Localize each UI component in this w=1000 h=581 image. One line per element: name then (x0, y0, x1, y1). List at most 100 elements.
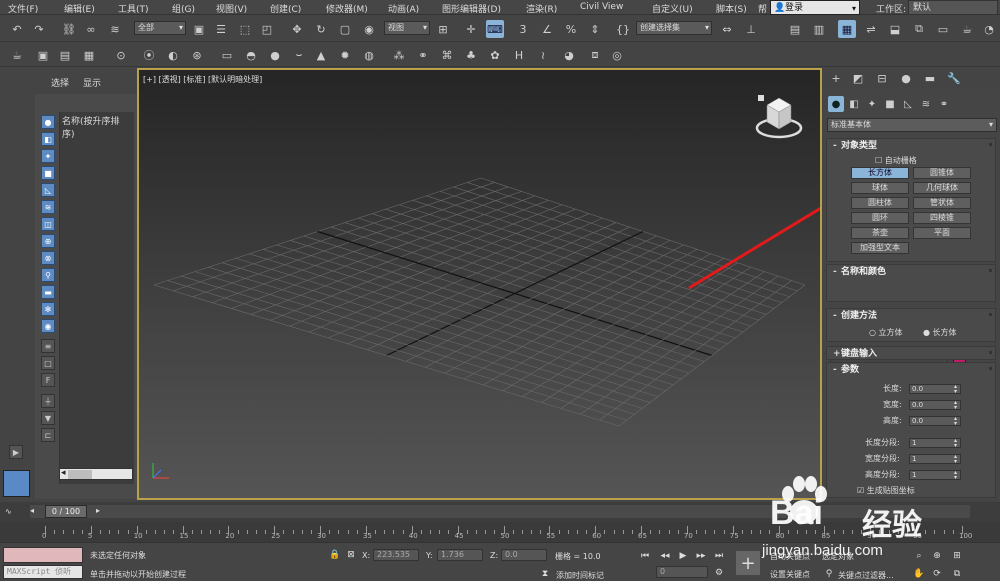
bracket-icon[interactable]: ⊏ (41, 428, 55, 442)
time-tag-icon[interactable]: ⧗ (538, 567, 552, 580)
geometry-filter-icon[interactable]: ● (41, 115, 55, 129)
hair-icon[interactable]: ≀ (534, 46, 552, 64)
list-icon[interactable]: ≡ (41, 339, 55, 353)
auto-key-button[interactable]: 自动关键点 (770, 551, 810, 562)
y-coord-field[interactable]: 1.736 (437, 549, 483, 561)
redo-icon[interactable]: ↷ (30, 20, 48, 38)
teapot-button[interactable]: 茶壶 (851, 227, 909, 239)
track-bar-ruler[interactable]: 0 5 10 15 20 25 30 35 40 45 50 55 60 65 70 75 80 85 90 95 10… (0, 522, 1000, 542)
spacewarps-icon[interactable]: ≋ (918, 96, 934, 112)
material-editor-icon[interactable]: ⬓ (886, 20, 904, 38)
edit-named-selection-icon[interactable]: {} (614, 20, 632, 38)
go-to-end-icon[interactable]: ⏭ (712, 549, 726, 562)
camera-filter-icon[interactable]: ■ (41, 166, 55, 180)
snap-toggle-icon[interactable]: 3 (514, 20, 532, 38)
menu-animation[interactable]: 动画(A) (388, 2, 419, 15)
menu-customize[interactable]: 自定义(U) (652, 2, 693, 15)
motion-tab-icon[interactable]: ● (898, 71, 914, 85)
absolute-mode-icon[interactable]: ⊠ (344, 548, 358, 561)
play-icon[interactable]: ▶ (676, 549, 690, 562)
cylinder-button[interactable]: 圆柱体 (851, 197, 909, 209)
maxscript-listener-field[interactable]: MAXScript 侦听 (3, 565, 83, 579)
perspective-viewport[interactable]: [+] [透视] [标准] [默认明暗处理] (137, 68, 822, 500)
object-list[interactable]: 名称(按升序排序) (59, 112, 134, 484)
menu-views[interactable]: 视图(V) (216, 2, 247, 15)
next-frame-icon[interactable]: ▸▸ (694, 549, 708, 562)
pivot-icon[interactable]: ⊞ (434, 20, 452, 38)
cone-button[interactable]: 圆锥体 (913, 167, 971, 179)
disc-icon[interactable]: ◍ (360, 46, 378, 64)
maxscript-mini-listener[interactable] (3, 547, 83, 563)
radio-box[interactable]: ● 长方体 (923, 327, 957, 338)
menu-group[interactable]: 组(G) (172, 2, 195, 15)
rollout-header-parameters[interactable]: - 参数 (827, 363, 995, 377)
add-time-tag[interactable]: 添加时间标记 (556, 570, 604, 581)
lock-selection-icon[interactable]: 🔒 (328, 548, 342, 561)
rollout-header-name-color[interactable]: - 名称和颜色 (827, 265, 995, 279)
hierarchy-tab-icon[interactable]: ⊟ (874, 71, 890, 85)
menu-edit[interactable]: 编辑(E) (64, 2, 95, 15)
mini-viewport-button[interactable] (3, 470, 30, 497)
image-icon[interactable]: ▤ (56, 46, 74, 64)
container-filter-icon[interactable]: ▬ (41, 285, 55, 299)
geosphere-button[interactable]: 几何球体 (913, 182, 971, 194)
pan-icon[interactable]: ✋ (912, 567, 926, 580)
autogrid-checkbox[interactable]: ☐ 自动栅格 (875, 155, 917, 166)
width-spinner[interactable]: 0.0 (909, 400, 961, 410)
tree-icon[interactable]: ♣ (462, 46, 480, 64)
login-dropdown[interactable]: 👤 登录 ▾ (770, 0, 860, 15)
hf-icon[interactable]: H (510, 46, 528, 64)
display-tab-icon[interactable]: ▬ (922, 71, 938, 85)
record-icon[interactable]: ⦿ (140, 46, 158, 64)
plant-icon[interactable]: ✿ (486, 46, 504, 64)
reference-coord-dropdown[interactable]: 视图 (384, 21, 430, 35)
modify-tab-icon[interactable]: ◩ (850, 71, 866, 85)
x-coord-field[interactable]: 223.535 (373, 549, 419, 561)
current-frame-field[interactable]: 0 (656, 566, 708, 578)
menu-rendering[interactable]: 渲染(R) (526, 2, 557, 15)
zoom-icon[interactable]: ⌕ (912, 549, 926, 562)
sphere-button[interactable]: 球体 (851, 182, 909, 194)
select-object-icon[interactable]: ▣ (190, 20, 208, 38)
zoom-extents-icon[interactable]: ⊞ (950, 549, 964, 562)
scatter-icon[interactable]: ⌘ (438, 46, 456, 64)
ball-icon[interactable]: ◕ (560, 46, 578, 64)
menu-graph-editors[interactable]: 图形编辑器(D) (442, 2, 501, 15)
ribbon-icon[interactable]: ▥ (810, 20, 828, 38)
plane-object-icon[interactable]: ▭ (218, 46, 236, 64)
chevron-right-icon[interactable]: ▸ (96, 506, 100, 515)
group-filter-icon[interactable]: ◫ (41, 217, 55, 231)
xref-filter-icon[interactable]: ⊕ (41, 234, 55, 248)
document-icon[interactable]: F (41, 373, 55, 387)
render-window-icon[interactable]: ▣ (34, 46, 52, 64)
box-link-icon[interactable]: ⧈ (586, 46, 604, 64)
box-button[interactable]: 长方体 (851, 167, 909, 179)
sound-icon[interactable]: ◐ (164, 46, 182, 64)
key-filter-icon[interactable]: ⚲ (822, 567, 836, 580)
visibility-filter-icon[interactable]: ◉ (41, 319, 55, 333)
select-manipulate-icon[interactable]: ✛ (462, 20, 480, 38)
light-filter-icon[interactable]: ✦ (41, 149, 55, 163)
radio-cube[interactable]: ○ 立方体 (869, 327, 903, 338)
page-icon[interactable]: □ (41, 356, 55, 370)
keyboard-shortcut-override-icon[interactable]: ⌨ (486, 20, 504, 38)
percent-snap-icon[interactable]: % (562, 20, 580, 38)
text-plus-button[interactable]: 加强型文本 (851, 242, 909, 254)
geometry-icon[interactable]: ● (828, 96, 844, 112)
time-slider[interactable]: 0 / 100 (45, 505, 87, 518)
teapot-icon[interactable]: ☕ (8, 46, 26, 64)
tab-display[interactable]: 显示 (83, 76, 101, 89)
rendered-frame-icon[interactable]: ▭ (934, 20, 952, 38)
link-icon[interactable]: ⛓ (60, 20, 78, 38)
rect-selection-icon[interactable]: ⬚ (236, 20, 254, 38)
zoom-all-icon[interactable]: ⊕ (930, 549, 944, 562)
rollout-header-object-type[interactable]: - 对象类型 (827, 139, 995, 153)
menu-help[interactable]: 帮 (758, 2, 767, 15)
chevron-left-icon[interactable]: ◂ (61, 468, 66, 478)
tube-button[interactable]: 管状体 (913, 197, 971, 209)
grid-icon[interactable]: ▦ (80, 46, 98, 64)
prev-frame-icon[interactable]: ◂◂ (658, 549, 672, 562)
length-segs-spinner[interactable]: 1 (909, 438, 961, 448)
link-filter-icon[interactable]: ⚲ (41, 268, 55, 282)
shapes-icon[interactable]: ◧ (846, 96, 862, 112)
